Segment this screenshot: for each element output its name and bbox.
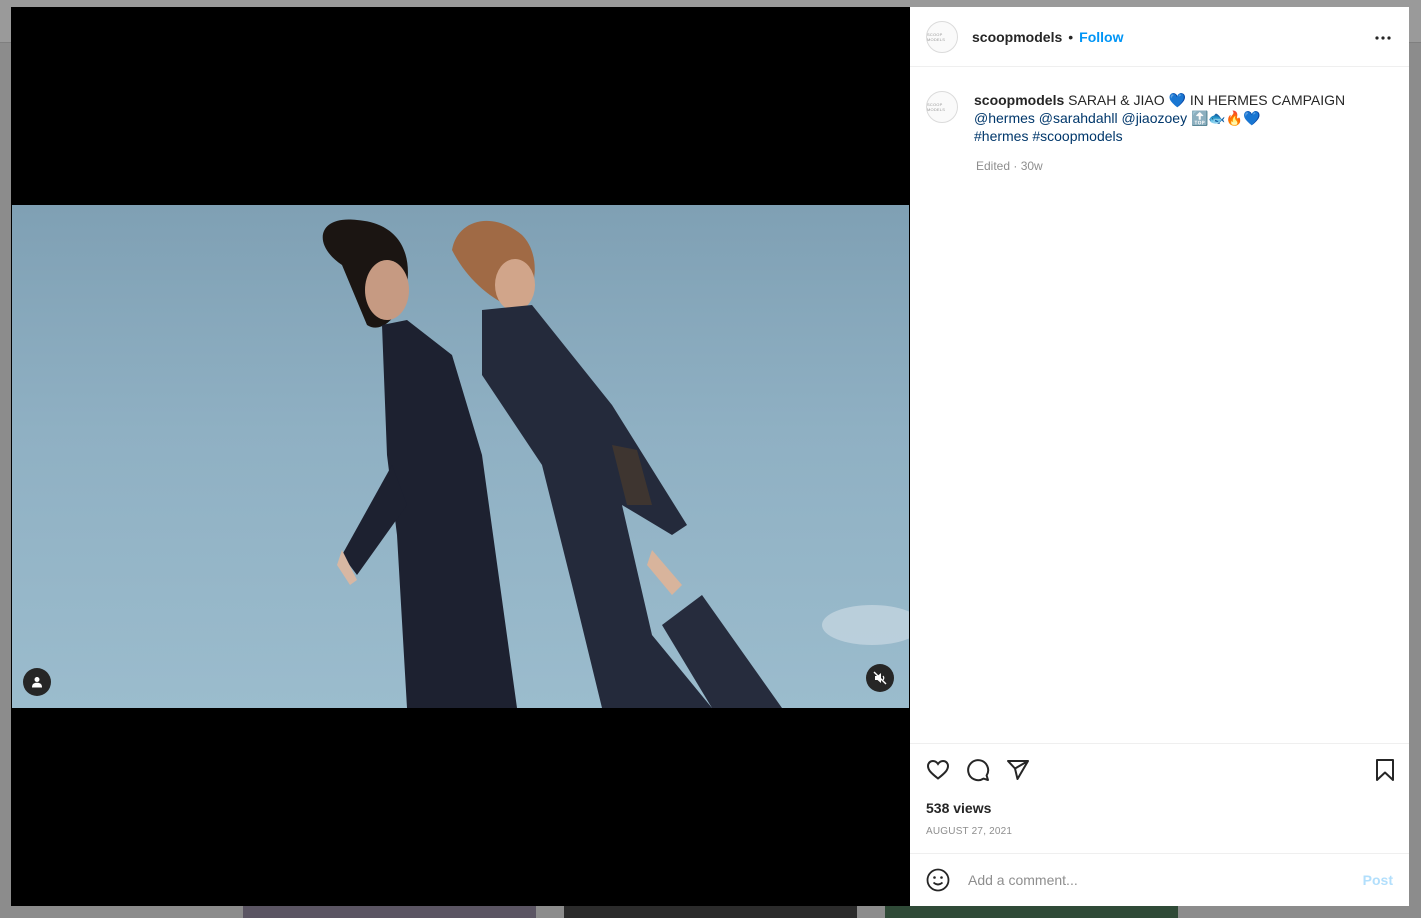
hashtag-hermes[interactable]: #hermes (974, 128, 1028, 144)
action-bar (910, 743, 1409, 796)
volume-muted-icon (873, 671, 887, 685)
hashtag-scoopmodels[interactable]: #scoopmodels (1032, 128, 1122, 144)
caption-text: scoopmodels SARAH & JIAO 💙 IN HERMES CAM… (974, 91, 1345, 145)
post-modal: SCOOP MODELS scoopmodels • Follow SCOOP … (11, 7, 1409, 906)
post-comment-button[interactable]: Post (1363, 872, 1393, 888)
share-button[interactable] (1006, 758, 1030, 782)
comment-button[interactable] (966, 758, 990, 782)
avatar[interactable]: SCOOP MODELS (926, 20, 958, 53)
caption-username[interactable]: scoopmodels (974, 92, 1064, 108)
mention-jiaozoey[interactable]: @jiaozoey (1122, 110, 1188, 126)
avatar-logo-text: SCOOP MODELS (927, 102, 946, 112)
mention-hermes[interactable]: @hermes (974, 110, 1035, 126)
header-username[interactable]: scoopmodels (972, 29, 1062, 45)
views-count[interactable]: 538 views (910, 800, 1409, 816)
background-thumbnail (564, 906, 857, 918)
mute-button[interactable] (866, 664, 894, 692)
paper-plane-icon (1007, 760, 1029, 780)
post-date[interactable]: AUGUST 27, 2021 (910, 826, 1409, 837)
caption-avatar[interactable]: SCOOP MODELS (926, 91, 958, 123)
bookmark-icon (1376, 759, 1394, 781)
user-tag-button[interactable] (23, 668, 51, 696)
edited-timestamp[interactable]: Edited · 30w (976, 159, 1393, 173)
post-video[interactable] (12, 205, 909, 708)
comment-bubble-icon (967, 759, 990, 782)
caption-area: SCOOP MODELS scoopmodels SARAH & JIAO 💙 … (910, 67, 1409, 743)
post-header: SCOOP MODELS scoopmodels • Follow (910, 7, 1409, 67)
background-thumbnail (885, 906, 1178, 918)
post-side-panel: SCOOP MODELS scoopmodels • Follow SCOOP … (910, 7, 1409, 906)
follow-button[interactable]: Follow (1079, 29, 1123, 45)
media-panel (11, 7, 910, 906)
heart-icon (926, 759, 950, 780)
smiley-icon[interactable] (926, 868, 950, 892)
caption-row: SCOOP MODELS scoopmodels SARAH & JIAO 💙 … (926, 91, 1393, 145)
background-thumbnail (243, 906, 536, 918)
mention-sarahdahll[interactable]: @sarahdahll (1039, 110, 1118, 126)
caption-line1: SARAH & JIAO 💙 IN HERMES CAMPAIGN (1064, 92, 1346, 108)
more-options-button[interactable] (1375, 27, 1391, 45)
comment-box: Post (910, 853, 1409, 906)
avatar-logo-text: SCOOP MODELS (927, 31, 946, 42)
caption-emojis: 🔝🐟🔥💙 (1190, 110, 1261, 126)
separator-dot: • (1068, 28, 1074, 45)
more-horizontal-icon (1375, 36, 1391, 40)
user-tag-icon (32, 677, 42, 688)
save-button[interactable] (1375, 758, 1395, 787)
like-button[interactable] (926, 758, 950, 782)
video-frame-image (322, 219, 909, 708)
comment-input[interactable] (966, 871, 1350, 889)
